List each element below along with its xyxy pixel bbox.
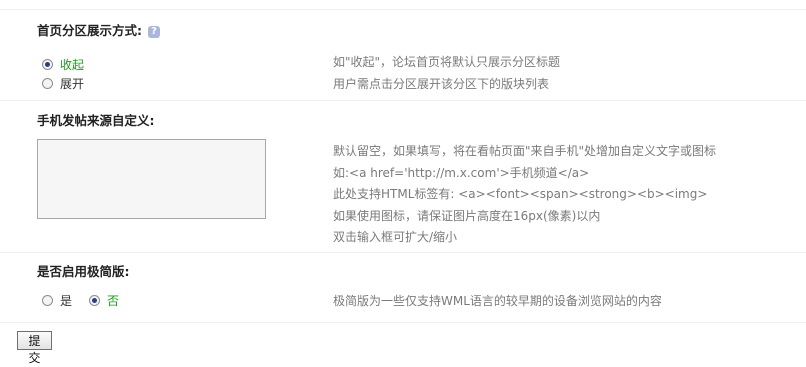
description-line: 默认留空，如果填写，将在看帖页面"来自手机"处增加自定义文字或图标	[333, 144, 717, 158]
minimal-mode-option-yes[interactable]: 是	[42, 292, 72, 309]
yes-label: 是	[60, 294, 73, 308]
display-mode-option-expand[interactable]: 展开	[42, 75, 84, 92]
top-separator	[0, 9, 806, 10]
section-separator	[0, 322, 806, 323]
no-label: 否	[107, 294, 120, 308]
minimal-mode-heading: 是否启用极简版:	[37, 264, 130, 279]
yes-radio[interactable]	[42, 295, 53, 306]
description-line: 如"收起"，论坛首页将默认只展示分区标题	[333, 55, 561, 69]
display-mode-option-collapse[interactable]: 收起	[42, 56, 84, 73]
section-separator	[0, 252, 806, 253]
description-line: 如:<a href='http://m.x.com'>手机频道</a>	[333, 165, 590, 180]
help-icon[interactable]: ?	[148, 25, 160, 38]
expand-label: 展开	[60, 77, 85, 91]
description-line: 如果使用图标，请保证图片高度在16px(像素)以内	[333, 208, 601, 223]
display-mode-title: 首页分区展示方式:	[37, 23, 142, 38]
no-radio[interactable]	[89, 295, 100, 306]
display-mode-description: 如"收起"，论坛首页将默认只展示分区标题 用户需点击分区展开该分区下的版块列表	[333, 52, 560, 95]
display-mode-heading: 首页分区展示方式:?	[37, 20, 160, 39]
mobile-source-textarea[interactable]	[37, 139, 266, 219]
section-separator	[0, 100, 806, 101]
expand-radio[interactable]	[42, 78, 53, 89]
mobile-source-description: 默认留空，如果填写，将在看帖页面"来自手机"处增加自定义文字或图标 如:<a h…	[333, 141, 716, 249]
mobile-source-heading: 手机发帖来源自定义:	[37, 113, 155, 128]
minimal-mode-description: 极简版为一些仅支持WML语言的较早期的设备浏览网站的内容	[333, 294, 662, 308]
collapse-radio[interactable]	[42, 59, 53, 70]
description-line: 双击输入框可扩大/缩小	[333, 230, 458, 244]
submit-button[interactable]: 提交	[17, 331, 52, 365]
minimal-mode-option-no[interactable]: 否	[89, 292, 119, 309]
description-line: 用户需点击分区展开该分区下的版块列表	[333, 76, 550, 91]
collapse-label: 收起	[60, 58, 85, 72]
description-line: 此处支持HTML标签有: <a><font><span><strong><b><…	[333, 187, 708, 201]
